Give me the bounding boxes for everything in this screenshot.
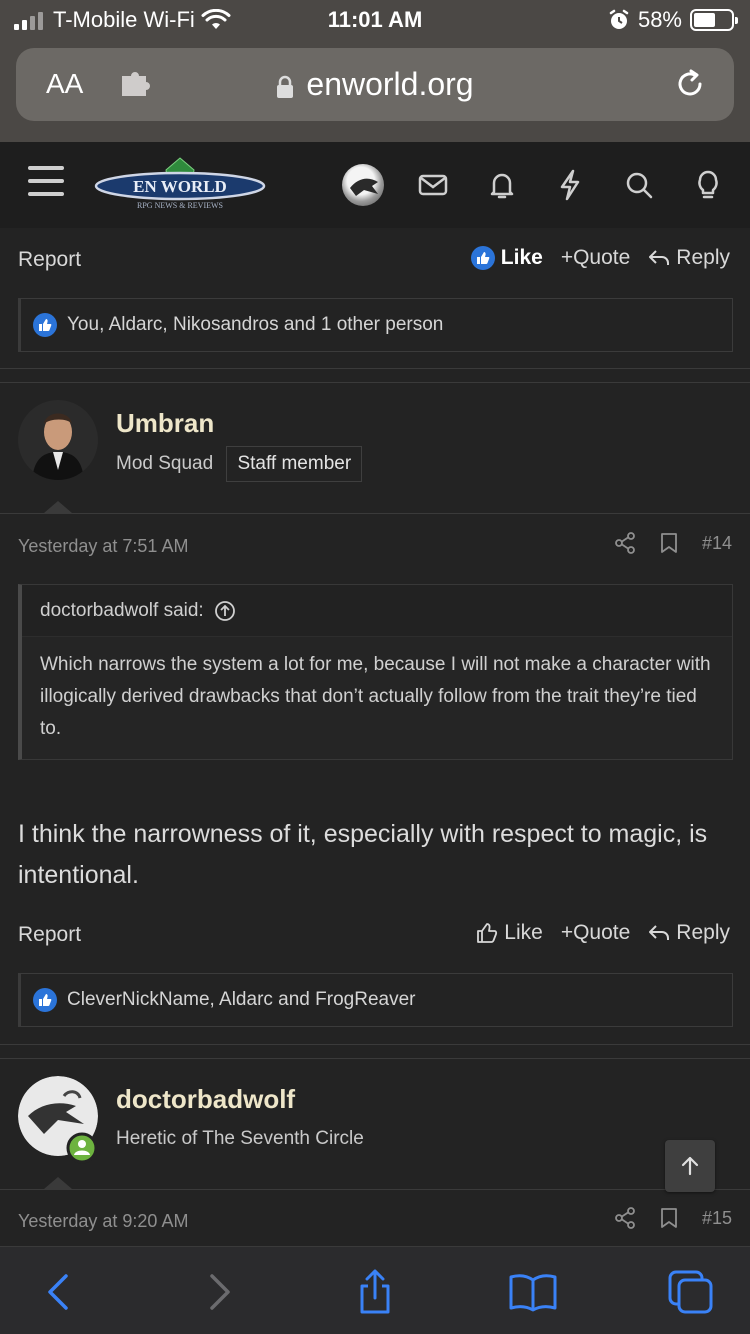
reply-button[interactable]: Reply bbox=[648, 246, 730, 270]
thread-content: Report Like +Quote Reply You, Aldarc, Ni… bbox=[0, 228, 750, 1246]
url-display[interactable]: enworld.org bbox=[16, 66, 734, 103]
quote-button[interactable]: +Quote bbox=[561, 246, 630, 270]
online-status-icon bbox=[66, 1132, 98, 1164]
bookmark-icon[interactable] bbox=[660, 1207, 678, 1229]
author-name[interactable]: Umbran bbox=[116, 408, 214, 439]
inbox-envelope-icon[interactable] bbox=[416, 168, 450, 202]
arrow-up-icon bbox=[681, 1156, 699, 1176]
like-label: Like bbox=[500, 246, 543, 269]
status-bar: T-Mobile Wi-Fi 11:01 AM 58% bbox=[0, 0, 750, 40]
staff-badge: Staff member bbox=[226, 446, 363, 482]
open-book-icon bbox=[509, 1274, 557, 1312]
chevron-left-icon bbox=[48, 1274, 68, 1310]
alarm-icon bbox=[609, 9, 629, 29]
reactions-bar[interactable]: CleverNickName, Aldarc and FrogReaver bbox=[18, 973, 733, 1027]
share-box-icon bbox=[360, 1269, 390, 1314]
site-header: EN WORLD RPG NEWS & REVIEWS bbox=[0, 142, 750, 228]
tabs-icon bbox=[668, 1270, 713, 1314]
like-reaction-icon bbox=[33, 988, 57, 1012]
quote-author[interactable]: doctorbadwolf said: bbox=[40, 600, 204, 622]
user-title: Heretic of The Seventh Circle bbox=[116, 1128, 364, 1149]
reply-button[interactable]: Reply bbox=[648, 921, 730, 945]
post-13-actions: Report Like +Quote Reply bbox=[0, 238, 750, 282]
reload-icon[interactable] bbox=[672, 66, 708, 102]
share-icon[interactable] bbox=[614, 532, 636, 554]
forward-button[interactable] bbox=[194, 1267, 244, 1317]
bookmark-icon[interactable] bbox=[660, 532, 678, 554]
post-divider bbox=[0, 1044, 750, 1045]
post-divider bbox=[0, 1189, 750, 1190]
author-name[interactable]: doctorbadwolf bbox=[116, 1084, 295, 1115]
reply-label: Reply bbox=[676, 921, 730, 944]
tabs-button[interactable] bbox=[666, 1267, 716, 1317]
enworld-logo[interactable]: EN WORLD RPG NEWS & REVIEWS bbox=[94, 156, 266, 214]
scroll-to-top-button[interactable] bbox=[665, 1140, 715, 1192]
post-divider bbox=[0, 513, 750, 514]
post-15-author: doctorbadwolf Heretic of The Seventh Cir… bbox=[0, 1058, 750, 1188]
report-link[interactable]: Report bbox=[18, 248, 81, 272]
battery-fill bbox=[694, 13, 715, 27]
quote-button[interactable]: +Quote bbox=[561, 921, 630, 945]
umbran-avatar[interactable] bbox=[18, 400, 98, 480]
like-filled-icon bbox=[470, 246, 495, 270]
user-avatar[interactable] bbox=[342, 164, 384, 206]
thumbs-up-icon bbox=[477, 923, 498, 943]
search-icon[interactable] bbox=[622, 168, 656, 202]
bookmarks-button[interactable] bbox=[508, 1267, 558, 1317]
post-number[interactable]: #15 bbox=[702, 1208, 732, 1229]
bell-icon[interactable] bbox=[485, 168, 519, 202]
post-divider bbox=[0, 368, 750, 369]
post-15-meta: Yesterday at 9:20 AM #15 bbox=[0, 1203, 750, 1243]
like-button-active[interactable]: Like bbox=[470, 246, 543, 270]
lock-icon bbox=[277, 75, 294, 98]
report-link[interactable]: Report bbox=[18, 923, 81, 947]
lightbulb-icon[interactable] bbox=[691, 168, 725, 202]
doctorbadwolf-avatar[interactable] bbox=[18, 1076, 98, 1164]
reactions-text[interactable]: CleverNickName, Aldarc and FrogReaver bbox=[67, 989, 415, 1011]
post-14-actions: Report Like +Quote Reply bbox=[0, 913, 750, 957]
status-right: 58% bbox=[608, 7, 738, 33]
reply-arrow-icon bbox=[649, 925, 670, 940]
author-title-row: Mod Squad Staff member bbox=[116, 446, 363, 482]
reactions-text[interactable]: You, Aldarc, Nikosandros and 1 other per… bbox=[67, 314, 443, 336]
browser-chrome-top: T-Mobile Wi-Fi 11:01 AM 58% AA enworld.o… bbox=[0, 0, 750, 142]
author-caret bbox=[44, 501, 72, 513]
address-bar[interactable]: AA enworld.org bbox=[16, 48, 734, 121]
back-button[interactable] bbox=[34, 1267, 84, 1317]
battery-icon bbox=[690, 9, 738, 31]
quote-text: Which narrows the system a lot for me, b… bbox=[40, 654, 711, 739]
chevron-right-icon bbox=[210, 1274, 230, 1310]
author-caret bbox=[44, 1177, 72, 1189]
post-date[interactable]: Yesterday at 7:51 AM bbox=[18, 536, 188, 557]
like-reaction-icon bbox=[33, 313, 57, 337]
share-icon[interactable] bbox=[614, 1207, 636, 1229]
post-14-meta: Yesterday at 7:51 AM #14 bbox=[0, 528, 750, 568]
jump-to-quote-icon[interactable] bbox=[214, 600, 236, 622]
reactions-bar[interactable]: You, Aldarc, Nikosandros and 1 other per… bbox=[18, 298, 733, 352]
share-button[interactable] bbox=[350, 1267, 400, 1317]
user-title: Mod Squad bbox=[116, 453, 214, 474]
post-body: I think the narrowness of it, especially… bbox=[18, 820, 708, 889]
post-number[interactable]: #14 bbox=[702, 533, 732, 554]
reply-label: Reply bbox=[676, 246, 730, 269]
post-date[interactable]: Yesterday at 9:20 AM bbox=[18, 1211, 188, 1232]
menu-icon[interactable] bbox=[28, 166, 64, 202]
like-button[interactable]: Like bbox=[476, 921, 543, 945]
battery-percent: 58% bbox=[637, 7, 682, 32]
post-14-author: Umbran Mod Squad Staff member bbox=[0, 382, 750, 512]
quote-header[interactable]: doctorbadwolf said: bbox=[22, 585, 732, 637]
browser-toolbar bbox=[0, 1246, 750, 1334]
like-label: Like bbox=[504, 921, 543, 944]
quote-block: doctorbadwolf said: Which narrows the sy… bbox=[18, 584, 733, 760]
url-text: enworld.org bbox=[306, 66, 474, 102]
logo-tagline: RPG NEWS & REVIEWS bbox=[137, 201, 223, 210]
lightning-icon[interactable] bbox=[553, 168, 587, 202]
logo-wordmark: EN WORLD bbox=[133, 177, 227, 196]
reply-arrow-icon bbox=[649, 250, 670, 265]
